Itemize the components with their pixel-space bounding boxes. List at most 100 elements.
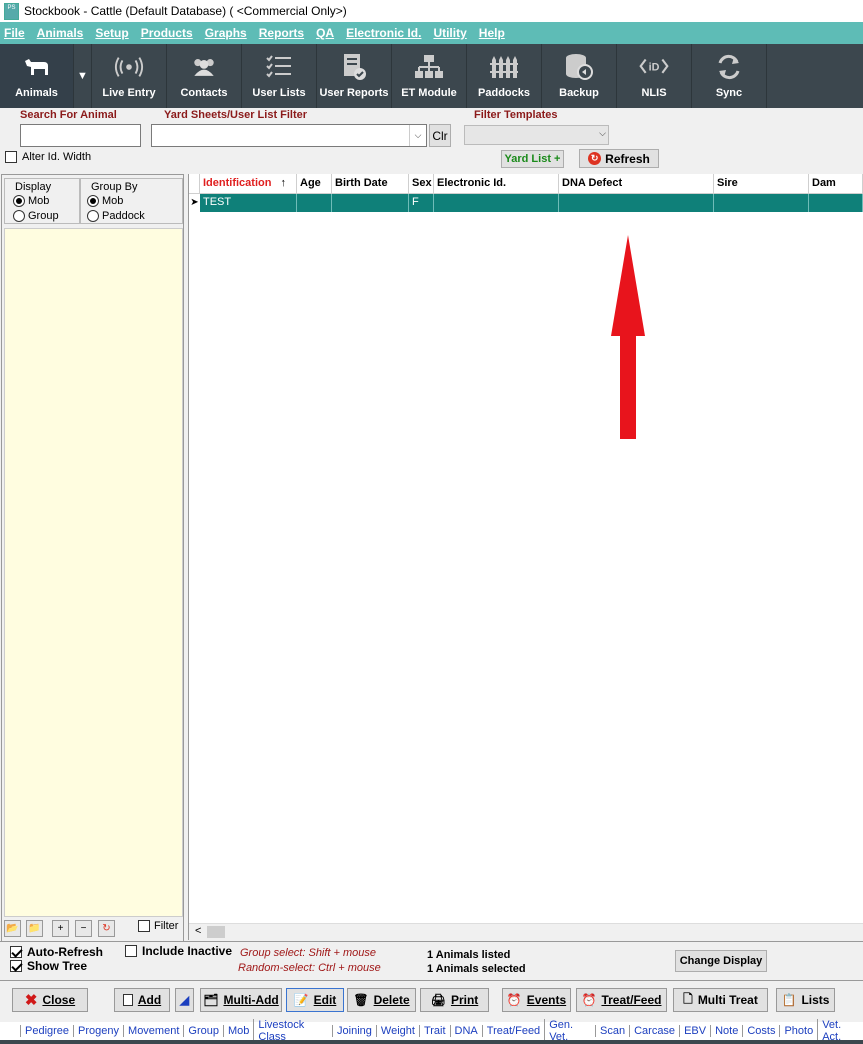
report-icon <box>339 53 369 81</box>
show-tree-checkbox[interactable] <box>10 960 22 972</box>
menu-products[interactable]: Products <box>141 26 193 40</box>
tab-joining[interactable]: Joining <box>332 1025 376 1037</box>
yard-filter-select[interactable]: ⌵ <box>151 124 427 147</box>
tab-scan[interactable]: Scan <box>595 1025 629 1037</box>
col-sire[interactable]: Sire <box>714 174 809 194</box>
menu-setup[interactable]: Setup <box>95 26 128 40</box>
tab-note[interactable]: Note <box>710 1025 742 1037</box>
window-title: Stockbook - Cattle (Default Database) ( … <box>24 4 347 18</box>
toolbar-et-module-button[interactable]: ET Module <box>392 44 467 108</box>
title-bar: PS Stockbook - Cattle (Default Database)… <box>0 0 863 22</box>
scroll-thumb[interactable] <box>207 926 225 938</box>
menu-electronic-id[interactable]: Electronic Id. <box>346 26 421 40</box>
col-dam[interactable]: Dam <box>809 174 863 194</box>
main-toolbar: Animals ▼ Live Entry Contacts User Lists… <box>0 44 863 108</box>
tab-group[interactable]: Group <box>183 1025 223 1037</box>
groupby-paddock-radio[interactable]: Paddock <box>87 210 145 222</box>
clear-filter-button[interactable]: Clr <box>429 124 451 147</box>
multi-add-button[interactable]: 🗂 Multi-Add <box>200 988 282 1012</box>
tab-photo[interactable]: Photo <box>779 1025 817 1037</box>
filter-templates-select[interactable]: ⌵ <box>464 125 609 145</box>
col-electronic-id[interactable]: Electronic Id. <box>434 174 559 194</box>
col-birth-date[interactable]: Birth Date <box>332 174 409 194</box>
menu-graphs[interactable]: Graphs <box>205 26 247 40</box>
tab-movement[interactable]: Movement <box>123 1025 183 1037</box>
tab-weight[interactable]: Weight <box>375 1025 419 1037</box>
alter-id-width-checkbox[interactable] <box>5 151 17 163</box>
menu-file[interactable]: File <box>4 26 25 40</box>
change-display-button[interactable]: Change Display <box>675 950 767 972</box>
cell-sex[interactable]: F <box>409 194 434 212</box>
toolbar-nlis-button[interactable]: iD NLIS <box>617 44 692 108</box>
delete-button[interactable]: 🗑 Delete <box>347 988 416 1012</box>
cell-birth-date[interactable] <box>332 194 409 212</box>
tab-ebv[interactable]: EBV <box>679 1025 710 1037</box>
menu-help[interactable]: Help <box>479 26 505 40</box>
toolbar-sync-button[interactable]: Sync <box>692 44 767 108</box>
multi-treat-button[interactable]: 🗋 Multi Treat <box>673 988 768 1012</box>
tab-trait[interactable]: Trait <box>418 1025 450 1037</box>
events-button[interactable]: ⏰ Events <box>502 988 571 1012</box>
toolbar-paddocks-button[interactable]: Paddocks <box>467 44 542 108</box>
col-identification[interactable]: Identification ↑ <box>200 174 297 194</box>
toolbar-live-entry-button[interactable]: Live Entry <box>92 44 167 108</box>
toolbar-user-reports-button[interactable]: User Reports <box>317 44 392 108</box>
table-row[interactable]: TEST F <box>200 194 863 212</box>
cell-dna-defect[interactable] <box>559 194 714 212</box>
display-group-radio[interactable]: Group <box>13 210 59 222</box>
tab-pedigree[interactable]: Pedigree <box>20 1025 73 1037</box>
tab-dna[interactable]: DNA <box>449 1025 482 1037</box>
open-folder-icon[interactable]: 📂 <box>4 920 21 937</box>
treat-feed-button[interactable]: ⏰ Treat/Feed <box>576 988 667 1012</box>
cell-age[interactable] <box>297 194 332 212</box>
refresh-button[interactable]: ↻ Refresh <box>579 149 659 168</box>
tab-treat-feed[interactable]: Treat/Feed <box>481 1025 544 1037</box>
menu-animals[interactable]: Animals <box>37 26 84 40</box>
lists-button[interactable]: 📋 Lists <box>776 988 835 1012</box>
toolbar-contacts-button[interactable]: Contacts <box>167 44 242 108</box>
col-age[interactable]: Age <box>297 174 332 194</box>
expand-plus-icon[interactable]: + <box>52 920 69 937</box>
menu-utility[interactable]: Utility <box>433 26 466 40</box>
cell-sire[interactable] <box>714 194 809 212</box>
add-button[interactable]: Add <box>114 988 170 1012</box>
refresh-tree-icon[interactable]: ↻ <box>98 920 115 937</box>
cell-dam[interactable] <box>809 194 863 212</box>
groupby-mob-radio[interactable]: Mob <box>87 195 123 207</box>
search-animal-input[interactable] <box>20 124 141 147</box>
toolbar-user-lists-button[interactable]: User Lists <box>242 44 317 108</box>
include-inactive-option[interactable]: Include Inactive <box>125 944 232 958</box>
toolbar-animals-button[interactable]: Animals <box>0 44 74 108</box>
edit-button[interactable]: 📝 Edit <box>286 988 344 1012</box>
show-tree-option[interactable]: Show Tree <box>10 959 87 973</box>
sidebar-filter-checkbox[interactable] <box>138 920 150 932</box>
tab-mob[interactable]: Mob <box>222 1025 253 1037</box>
collapse-minus-icon[interactable]: − <box>75 920 92 937</box>
cell-electronic-id[interactable] <box>434 194 559 212</box>
include-inactive-checkbox[interactable] <box>125 945 137 957</box>
toolbar-dropdown-arrow[interactable]: ▼ <box>74 44 92 108</box>
folder-icon[interactable]: 📁 <box>26 920 43 937</box>
tab-carcase[interactable]: Carcase <box>629 1025 679 1037</box>
print-button[interactable]: 🖨 Print <box>420 988 489 1012</box>
yard-list-button[interactable]: Yard List + <box>501 150 564 168</box>
cell-identification[interactable]: TEST <box>200 194 297 212</box>
add-options-button[interactable]: ◢ <box>175 988 194 1012</box>
close-button[interactable]: ✖ Close <box>12 988 88 1012</box>
menu-reports[interactable]: Reports <box>259 26 304 40</box>
mob-tree-view[interactable] <box>4 228 183 917</box>
display-mob-radio[interactable]: Mob <box>13 195 49 207</box>
horizontal-scrollbar[interactable]: < <box>189 923 863 940</box>
scroll-left-icon[interactable]: < <box>195 925 201 937</box>
auto-refresh-checkbox[interactable] <box>10 946 22 958</box>
sidebar-filter-option[interactable]: Filter <box>138 920 178 932</box>
col-sex[interactable]: Sex <box>409 174 434 194</box>
tab-costs[interactable]: Costs <box>742 1025 779 1037</box>
toolbar-backup-button[interactable]: Backup <box>542 44 617 108</box>
menu-qa[interactable]: QA <box>316 26 334 40</box>
tab-progeny[interactable]: Progeny <box>73 1025 123 1037</box>
auto-refresh-option[interactable]: Auto-Refresh <box>10 945 103 959</box>
col-dna-defect[interactable]: DNA Defect <box>559 174 714 194</box>
alter-id-width-option[interactable]: Alter Id. Width <box>5 151 91 163</box>
